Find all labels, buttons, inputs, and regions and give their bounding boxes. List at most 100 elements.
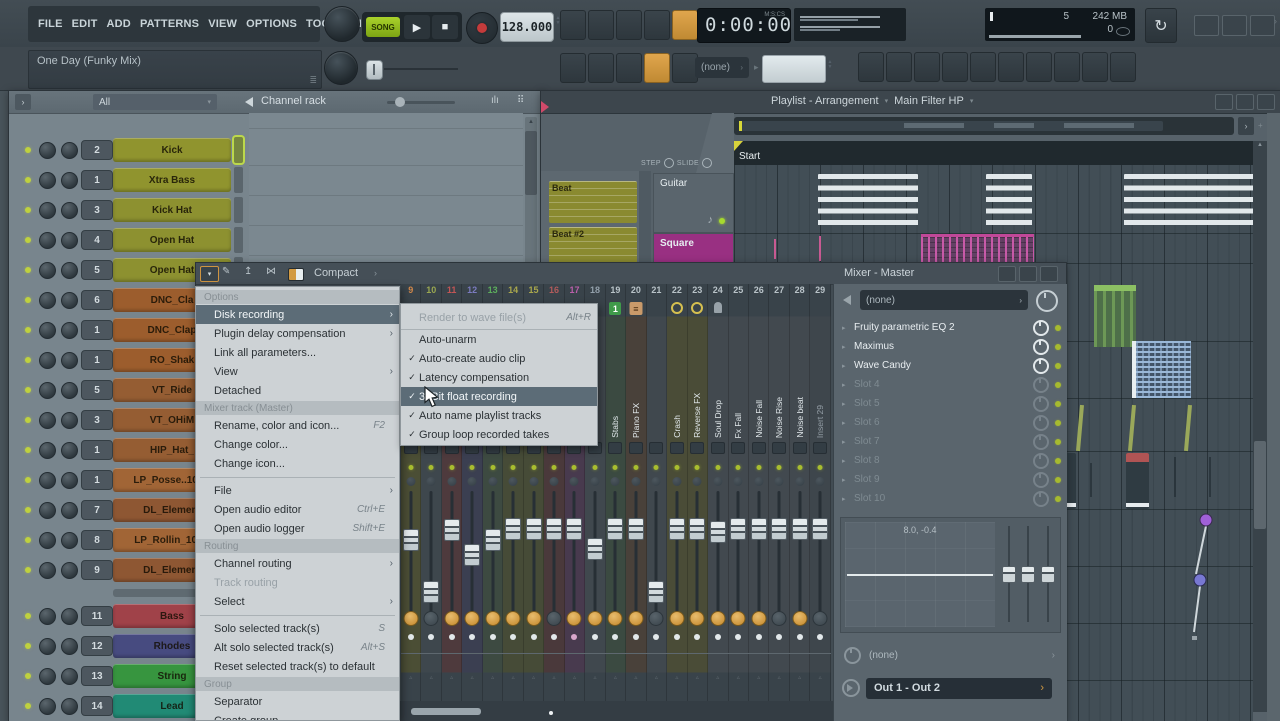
- send-row[interactable]: (none) ›: [840, 642, 1061, 668]
- plugin-picker-icon[interactable]: [1026, 52, 1052, 82]
- fader-handle[interactable]: [546, 518, 562, 540]
- channel-mixer-track-number[interactable]: 5: [81, 260, 113, 280]
- mixer-slot-box[interactable]: [670, 442, 684, 454]
- fader-handle[interactable]: [587, 538, 603, 560]
- stop-button[interactable]: ■: [432, 15, 458, 39]
- slot-arrow-icon[interactable]: ▸: [840, 400, 854, 408]
- slot-enable-led[interactable]: [1055, 325, 1061, 331]
- multilink-controllers-icon[interactable]: [644, 53, 670, 83]
- slot-mix-knob[interactable]: [1033, 358, 1049, 374]
- playlist-timeline-ruler[interactable]: [734, 141, 1253, 165]
- rack-collapse-button[interactable]: ›: [15, 94, 31, 110]
- mixer-pan-knob[interactable]: [631, 477, 640, 486]
- channel-pan-knob[interactable]: [39, 562, 56, 579]
- slot-arrow-icon[interactable]: ▸: [840, 495, 854, 503]
- channel-volume-knob[interactable]: [61, 172, 78, 189]
- mixer-track-number[interactable]: 26: [749, 285, 768, 295]
- song-mode-button[interactable]: SONG: [366, 17, 400, 37]
- mixer-slot-box[interactable]: [752, 442, 766, 454]
- channel-enable-led[interactable]: [25, 267, 31, 273]
- playlist-clip[interactable]: [819, 236, 821, 261]
- slot-arrow-icon[interactable]: ▸: [840, 476, 854, 484]
- stereo-separation-dot[interactable]: [510, 634, 516, 640]
- submenu-item[interactable]: ✓ Latency compensation: [401, 368, 597, 387]
- project-info-icon[interactable]: [998, 52, 1024, 82]
- automation-icon[interactable]: [616, 53, 642, 83]
- mixer-mute-led[interactable]: [695, 465, 700, 470]
- mixer-mute-led[interactable]: [511, 465, 516, 470]
- playlist-clip[interactable]: [1090, 463, 1092, 497]
- channel-enable-led[interactable]: [25, 387, 31, 393]
- slot-arrow-icon[interactable]: ▸: [840, 362, 854, 370]
- context-menu-item[interactable]: Track routing: [196, 573, 399, 592]
- stereo-separation-dot[interactable]: [490, 634, 496, 640]
- mixer-slot-box[interactable]: [793, 442, 807, 454]
- touch-controller-icon[interactable]: [1082, 52, 1108, 82]
- send-knob[interactable]: [844, 647, 861, 664]
- panel-knob[interactable]: [1036, 290, 1058, 312]
- slot-arrow-icon[interactable]: ▸: [840, 438, 854, 446]
- stereo-separation-dot[interactable]: [797, 634, 803, 640]
- mixer-track-number[interactable]: 22: [667, 285, 686, 295]
- slot-mix-knob[interactable]: [1033, 415, 1049, 431]
- mixer-icon[interactable]: [942, 52, 968, 82]
- mixer-track-number[interactable]: 13: [483, 285, 502, 295]
- mixer-track-number[interactable]: 24: [708, 285, 727, 295]
- mixer-track-number[interactable]: 14: [503, 285, 522, 295]
- channel-mixer-track-number[interactable]: 3: [81, 410, 113, 430]
- fader-handle[interactable]: [812, 518, 828, 540]
- zoom-plus[interactable]: +: [1258, 121, 1263, 130]
- effect-slot[interactable]: ▸ Slot 6: [840, 413, 1061, 432]
- Fx Fall[interactable]: 25 Fx Fall ▵: [729, 284, 749, 701]
- channel-enable-led[interactable]: [25, 567, 31, 573]
- channel-pan-knob[interactable]: [39, 322, 56, 339]
- mixer-mute-led[interactable]: [715, 465, 720, 470]
- slot-arrow-icon[interactable]: ▸: [840, 381, 854, 389]
- arm-disk-recording-knob[interactable]: [526, 611, 541, 626]
- slot-mix-knob[interactable]: [1033, 472, 1049, 488]
- playlist-clip[interactable]: [1132, 341, 1191, 398]
- eq-graph[interactable]: 8.0, -0.4: [845, 522, 995, 627]
- mixer-mute-led[interactable]: [736, 465, 741, 470]
- context-menu-item[interactable]: Plugin delay compensation ›: [196, 324, 399, 343]
- Crash[interactable]: 22 Crash ▵: [667, 284, 687, 701]
- slot-enable-led[interactable]: [1055, 363, 1061, 369]
- stereo-separation-dot[interactable]: [531, 634, 537, 640]
- metronome-icon[interactable]: [560, 10, 586, 40]
- channel-pan-knob[interactable]: [39, 172, 56, 189]
- mixer-pan-knob[interactable]: [734, 477, 743, 486]
- mixer-mute-led[interactable]: [777, 465, 782, 470]
- channel-volume-knob[interactable]: [61, 382, 78, 399]
- slot-mix-knob[interactable]: [1033, 377, 1049, 393]
- stereo-separation-dot[interactable]: [756, 634, 762, 640]
- stereo-separation-dot[interactable]: [408, 634, 414, 640]
- menu-item[interactable]: ADD: [107, 18, 131, 30]
- context-menu-item[interactable]: Mixer track (Master): [196, 401, 399, 415]
- scroll-right-button[interactable]: ›: [1238, 117, 1254, 135]
- slot-enable-led[interactable]: [1055, 401, 1061, 407]
- fader-handle[interactable]: [771, 518, 787, 540]
- mixer-pan-knob[interactable]: [468, 477, 477, 486]
- arm-disk-recording-knob[interactable]: [444, 611, 459, 626]
- channel-pan-knob[interactable]: [39, 232, 56, 249]
- Stabs[interactable]: 19 1 Stabs ▵: [606, 284, 626, 701]
- mixer-mute-led[interactable]: [408, 465, 413, 470]
- browser-icon[interactable]: [970, 52, 996, 82]
- context-menu-item[interactable]: Alt solo selected track(s) Alt+S: [196, 638, 399, 657]
- stereo-separation-dot[interactable]: [735, 634, 741, 640]
- context-menu-item[interactable]: Create group...: [196, 711, 399, 721]
- stereo-separation-dot[interactable]: [449, 634, 455, 640]
- mixer-mute-led[interactable]: [592, 465, 597, 470]
- output-select[interactable]: Out 1 - Out 2›: [866, 678, 1052, 699]
- menu-item[interactable]: EDIT: [72, 18, 98, 30]
- mixer-pan-knob[interactable]: [693, 477, 702, 486]
- fader-handle[interactable]: [710, 521, 726, 543]
- mixer-mute-led[interactable]: [633, 465, 638, 470]
- playlist-clip[interactable]: [1124, 174, 1253, 229]
- slot-mix-knob[interactable]: [1033, 491, 1049, 507]
- stereo-separation-dot[interactable]: [674, 634, 680, 640]
- color-swatch-icon[interactable]: [288, 268, 304, 281]
- close-button[interactable]: [1040, 266, 1058, 282]
- channel-volume-knob[interactable]: [61, 232, 78, 249]
- stereo-separation-dot[interactable]: [633, 634, 639, 640]
